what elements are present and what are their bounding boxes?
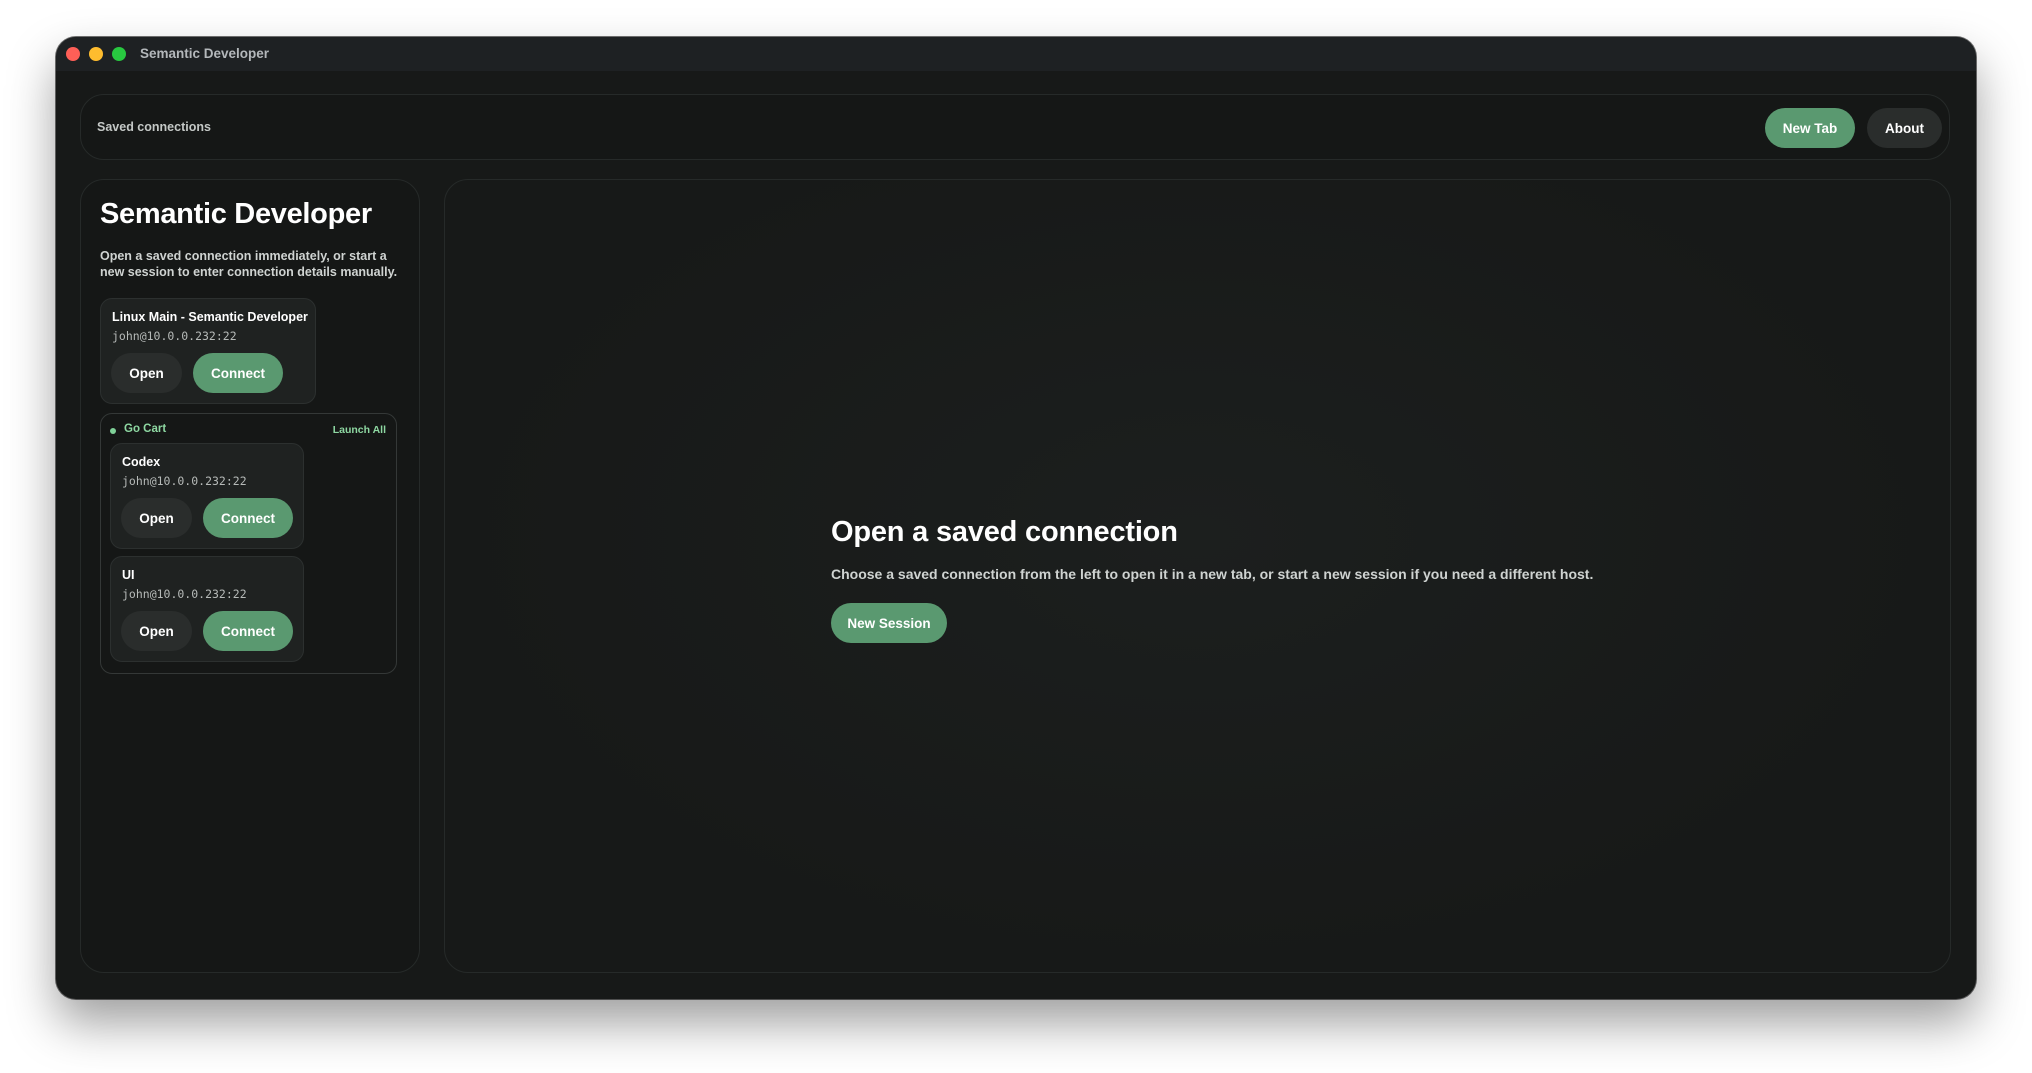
connection-card: Codex john@10.0.0.232:22 Open Connect — [110, 443, 304, 549]
main-title: Open a saved connection — [831, 516, 1178, 548]
connect-button[interactable]: Connect — [203, 498, 293, 538]
title-bar: Semantic Developer — [56, 37, 1976, 71]
window-title: Semantic Developer — [140, 46, 270, 61]
top-bar: Saved connections New Tab About — [80, 94, 1950, 160]
main-panel: Open a saved connection Choose a saved c… — [444, 179, 1951, 973]
main-description: Choose a saved connection from the left … — [831, 566, 1594, 582]
connection-group: Go Cart Launch All Codex john@10.0.0.232… — [100, 413, 397, 674]
connection-card: UI john@10.0.0.232:22 Open Connect — [110, 556, 304, 662]
new-tab-button[interactable]: New Tab — [1765, 108, 1855, 148]
open-button[interactable]: Open — [111, 353, 182, 393]
about-button[interactable]: About — [1867, 108, 1942, 148]
connection-host: john@10.0.0.232:22 — [122, 587, 247, 601]
minimize-window-button[interactable] — [89, 47, 103, 61]
maximize-window-button[interactable] — [112, 47, 126, 61]
app-window: Semantic Developer Saved connections New… — [56, 37, 1976, 999]
sidebar-title: Semantic Developer — [100, 198, 372, 230]
group-status-dot — [110, 428, 116, 434]
topbar-label: Saved connections — [97, 120, 211, 134]
connect-button[interactable]: Connect — [203, 611, 293, 651]
launch-all-button[interactable]: Launch All — [333, 424, 386, 436]
group-name: Go Cart — [124, 423, 167, 435]
open-button[interactable]: Open — [121, 498, 192, 538]
close-window-button[interactable] — [66, 47, 80, 61]
connect-button[interactable]: Connect — [193, 353, 283, 393]
connection-host: john@10.0.0.232:22 — [122, 474, 247, 488]
sidebar-description: Open a saved connection immediately, or … — [100, 249, 398, 279]
sidebar: Semantic Developer Open a saved connecti… — [80, 179, 420, 973]
connection-host: john@10.0.0.232:22 — [112, 329, 237, 343]
connection-name: UI — [122, 568, 135, 582]
connection-card: Linux Main - Semantic Developer john@10.… — [100, 298, 316, 404]
connection-name: Codex — [122, 455, 161, 469]
new-session-button[interactable]: New Session — [831, 603, 947, 643]
open-button[interactable]: Open — [121, 611, 192, 651]
connection-name: Linux Main - Semantic Developer — [112, 310, 308, 324]
